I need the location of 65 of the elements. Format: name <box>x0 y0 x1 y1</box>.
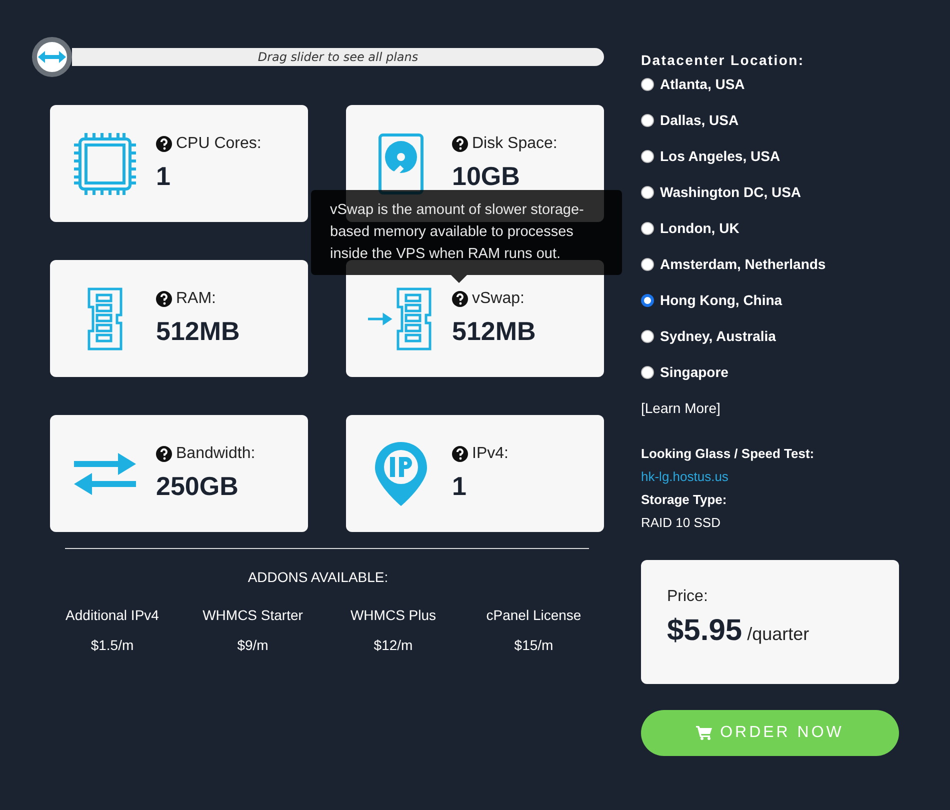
help-icon[interactable] <box>156 291 172 307</box>
help-icon[interactable] <box>452 291 468 307</box>
addon-name: WHMCS Starter <box>202 607 303 623</box>
spec-label: vSwap: <box>472 290 524 308</box>
location-label[interactable]: Amsterdam, Netherlands <box>660 256 826 272</box>
addon-price: $12/m <box>374 637 413 653</box>
slider-track[interactable]: Drag slider to see all plans <box>72 48 604 66</box>
radio-button[interactable] <box>641 186 654 199</box>
location-label[interactable]: Los Angeles, USA <box>660 148 780 164</box>
addon-name: cPanel License <box>486 607 582 623</box>
addons-heading: ADDONS AVAILABLE: <box>246 569 390 585</box>
addon-price: $9/m <box>237 637 268 653</box>
help-icon[interactable] <box>156 446 172 462</box>
spec-label: Disk Space: <box>472 135 558 153</box>
addon-price: $1.5/m <box>90 637 134 653</box>
storage-label: Storage Type: <box>641 492 728 507</box>
radio-button[interactable] <box>641 294 654 307</box>
help-icon[interactable] <box>452 136 468 152</box>
price-period: /quarter <box>747 624 810 645</box>
addon-name: Additional IPv4 <box>66 607 159 623</box>
looking-glass-link[interactable]: hk-lg.hostus.us <box>641 469 728 484</box>
location-label[interactable]: Singapore <box>660 364 728 380</box>
location-label[interactable]: Dallas, USA <box>660 112 739 128</box>
location-label[interactable]: Washington DC, USA <box>660 184 802 200</box>
price-amount: $5.95 <box>667 614 742 648</box>
spec-label: IPv4: <box>472 445 508 463</box>
radio-button[interactable] <box>641 222 654 235</box>
addon-name: WHMCS Plus <box>350 607 436 623</box>
spec-label: RAM: <box>176 290 216 308</box>
tooltip-text: vSwap is the amount of slower storage-based memory available to processes inside the VPS when RAM runs out. <box>330 201 585 264</box>
location-label[interactable]: Sydney, Australia <box>660 328 776 344</box>
spec-label: Bandwidth: <box>176 445 256 463</box>
double-arrow-icon <box>38 51 66 63</box>
radio-button[interactable] <box>641 366 654 379</box>
radio-button[interactable] <box>641 114 654 127</box>
help-icon[interactable] <box>452 446 468 462</box>
spec-value: 512MB <box>452 316 536 347</box>
spec-value: 1 <box>452 471 468 502</box>
storage-value: RAID 10 SSD <box>641 515 722 530</box>
radio-button[interactable] <box>641 330 654 343</box>
learn-more-link[interactable]: [Learn More] <box>641 400 720 416</box>
transfer-arrows-icon <box>74 450 136 496</box>
spec-value: 10GB <box>452 161 521 192</box>
slider-thumb[interactable] <box>32 37 72 77</box>
radio-button[interactable] <box>641 78 654 91</box>
radio-button[interactable] <box>641 258 654 271</box>
datacenter-heading: Datacenter Location: <box>641 52 806 68</box>
memory-arrow-icon <box>368 286 434 350</box>
addon-price: $15/m <box>514 637 554 653</box>
radio-button[interactable] <box>641 150 654 163</box>
spec-value: 250GB <box>156 471 240 502</box>
location-pin-icon <box>375 442 427 506</box>
location-label[interactable]: Hong Kong, China <box>660 292 782 308</box>
price-label: Price: <box>667 588 709 606</box>
slider-hint: Drag slider to see all plans <box>258 50 418 64</box>
spec-label: CPU Cores: <box>176 135 262 153</box>
looking-glass-label: Looking Glass / Speed Test: <box>641 446 816 461</box>
chip-icon <box>74 132 136 194</box>
spec-value: 512MB <box>156 316 240 347</box>
location-label[interactable]: London, UK <box>660 220 740 236</box>
help-icon[interactable] <box>156 136 172 152</box>
spec-value: 1 <box>156 161 172 192</box>
cart-icon <box>696 726 712 740</box>
location-label[interactable]: Atlanta, USA <box>660 76 745 92</box>
memory-icon <box>85 286 125 350</box>
